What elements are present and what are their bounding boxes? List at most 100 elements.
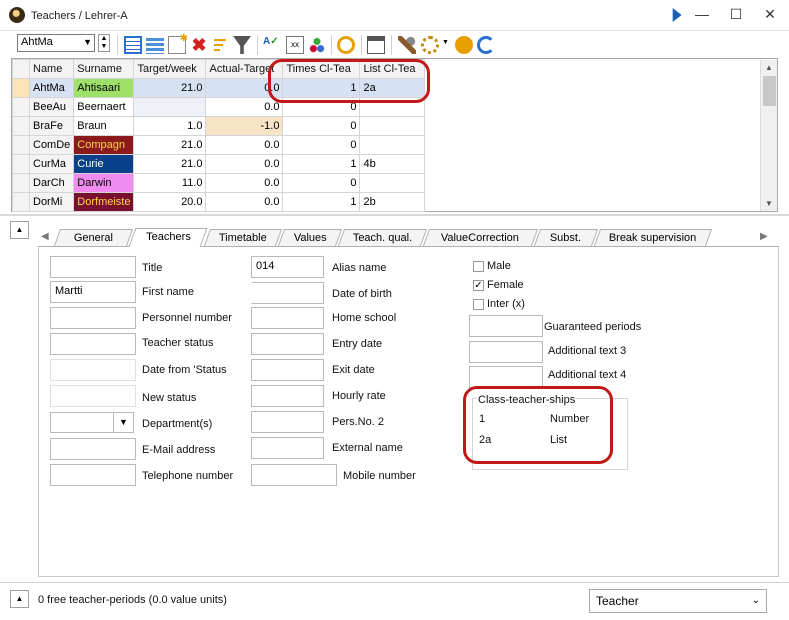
- cell-surname[interactable]: Curie: [73, 154, 135, 174]
- tab-break-supervision[interactable]: Break supervision: [593, 229, 713, 246]
- first-name-field[interactable]: Martti: [50, 281, 136, 303]
- cell-target[interactable]: 11.0: [133, 173, 207, 193]
- cell-surname[interactable]: Ahtisaari: [73, 78, 135, 98]
- tab-teachers[interactable]: Teachers: [128, 228, 208, 247]
- teacher-selector[interactable]: AhtMa ▼: [17, 34, 95, 52]
- inter-checkbox[interactable]: [473, 299, 484, 310]
- cell-name[interactable]: AhtMa: [28, 78, 75, 98]
- cell-times[interactable]: 1: [282, 192, 361, 212]
- cell-actual[interactable]: -1.0: [205, 116, 284, 136]
- scrollbar-thumb[interactable]: [763, 76, 776, 106]
- grid-icon[interactable]: [124, 36, 142, 54]
- home-school-field[interactable]: [251, 307, 324, 329]
- vertical-scrollbar[interactable]: ▲ ▼: [760, 60, 777, 211]
- teacher-status-field[interactable]: [50, 333, 136, 355]
- hourly-rate-field[interactable]: [251, 385, 324, 407]
- cell-target[interactable]: 21.0: [133, 78, 207, 98]
- column-header[interactable]: Target/week: [133, 59, 207, 79]
- tab-values[interactable]: Values: [277, 229, 343, 246]
- tools-icon[interactable]: [398, 36, 416, 54]
- cell-actual[interactable]: 0.0: [205, 173, 284, 193]
- chevron-down-icon[interactable]: ▼: [83, 37, 92, 47]
- tab-general[interactable]: General: [53, 229, 134, 246]
- cell-list[interactable]: [359, 173, 426, 193]
- table-row[interactable]: CurMa Curie 21.0 0.0 1 4b: [12, 154, 426, 174]
- cell-name[interactable]: ComDe: [28, 135, 75, 155]
- new-status-field[interactable]: [50, 385, 136, 407]
- view-dropdown[interactable]: Teacher ⌄: [589, 589, 767, 613]
- alias-name-field[interactable]: 014: [251, 256, 324, 278]
- tab-teach-qual[interactable]: Teach. qual.: [337, 229, 428, 246]
- chevron-down-icon[interactable]: ▼: [442, 39, 449, 46]
- exit-date-field[interactable]: [251, 359, 324, 381]
- additional-text-4-field[interactable]: [469, 366, 543, 388]
- additional-text-3-field[interactable]: [469, 341, 543, 363]
- mobile-number-field[interactable]: [251, 464, 337, 486]
- table-row[interactable]: ComDe Compagn 21.0 0.0 0: [12, 135, 426, 155]
- title-field[interactable]: [50, 256, 136, 278]
- cell-surname[interactable]: Beernaert: [73, 97, 135, 117]
- female-checkbox[interactable]: ✓: [473, 280, 484, 291]
- date-from-status-field[interactable]: [50, 359, 136, 381]
- cell-target[interactable]: 21.0: [133, 135, 207, 155]
- tab-timetable[interactable]: Timetable: [203, 229, 283, 246]
- cell-name[interactable]: BraFe: [28, 116, 75, 136]
- cell-surname[interactable]: Darwin: [73, 173, 135, 193]
- cell-times[interactable]: 0: [282, 116, 361, 136]
- spin-buttons[interactable]: ▲ ▼: [98, 34, 110, 52]
- new-icon[interactable]: ✱: [168, 33, 188, 54]
- tab-subst[interactable]: Subst.: [533, 229, 599, 246]
- spell-check-icon[interactable]: A✓: [263, 36, 281, 54]
- cell-times[interactable]: 0: [282, 135, 361, 155]
- cell-list[interactable]: [359, 135, 426, 155]
- cell-surname[interactable]: Compagn: [73, 135, 135, 155]
- field-settings-icon[interactable]: xx: [286, 36, 304, 54]
- collapse-up-button[interactable]: ▲: [10, 221, 29, 239]
- cell-list[interactable]: 4b: [359, 154, 426, 174]
- tab-valuecorrection[interactable]: ValueCorrection: [422, 229, 539, 246]
- date-of-birth-field[interactable]: [251, 282, 324, 304]
- email-field[interactable]: [50, 438, 136, 460]
- minimize-button[interactable]: —: [685, 0, 719, 30]
- cell-times[interactable]: 0: [282, 173, 361, 193]
- telephone-field[interactable]: [50, 464, 136, 486]
- cell-target[interactable]: 20.0: [133, 192, 207, 212]
- clock-icon[interactable]: [337, 36, 355, 54]
- department-select[interactable]: ▼: [50, 412, 134, 433]
- cell-actual[interactable]: 0.0: [205, 135, 284, 155]
- maximize-button[interactable]: ☐: [719, 0, 753, 30]
- cell-name[interactable]: CurMa: [28, 154, 75, 174]
- cell-actual[interactable]: 0.0: [205, 192, 284, 212]
- delete-icon[interactable]: ✖: [190, 36, 208, 54]
- refresh-icon[interactable]: [477, 36, 495, 54]
- cell-name[interactable]: DorMi: [28, 192, 75, 212]
- table-row[interactable]: DarCh Darwin 11.0 0.0 0: [12, 173, 426, 193]
- personnel-number-field[interactable]: [50, 307, 136, 329]
- cell-list[interactable]: 2b: [359, 192, 426, 212]
- cell-actual[interactable]: 0.0: [205, 97, 284, 117]
- list-icon[interactable]: [146, 36, 164, 54]
- chevron-down-icon[interactable]: ⌄: [752, 595, 760, 606]
- cell-name[interactable]: BeeAu: [28, 97, 75, 117]
- tab-scroll-right-icon[interactable]: ▶: [760, 231, 768, 242]
- chevron-down-icon[interactable]: ▼: [113, 413, 133, 432]
- expand-button[interactable]: ▲: [10, 590, 29, 608]
- cell-surname[interactable]: Dorfmeiste: [73, 192, 135, 212]
- settings-dropdown-icon[interactable]: [421, 36, 439, 54]
- table-row[interactable]: BraFe Braun 1.0 -1.0 0: [12, 116, 426, 136]
- guaranteed-periods-field[interactable]: [469, 315, 543, 337]
- gear-icon[interactable]: [455, 36, 473, 54]
- cell-target[interactable]: 1.0: [133, 116, 207, 136]
- entry-date-field[interactable]: [251, 333, 324, 355]
- male-checkbox[interactable]: [473, 261, 484, 272]
- cell-surname[interactable]: Braun: [73, 116, 135, 136]
- sort-icon[interactable]: [212, 36, 230, 54]
- cell-actual[interactable]: 0.0: [205, 154, 284, 174]
- table-row[interactable]: DorMi Dorfmeiste 20.0 0.0 1 2b: [12, 192, 426, 212]
- tab-scroll-left-icon[interactable]: ◀: [41, 231, 49, 242]
- column-header[interactable]: Name: [28, 59, 75, 79]
- cell-target[interactable]: 21.0: [133, 154, 207, 174]
- external-name-field[interactable]: [251, 437, 324, 459]
- cell-list[interactable]: [359, 116, 426, 136]
- cell-target[interactable]: [133, 97, 207, 117]
